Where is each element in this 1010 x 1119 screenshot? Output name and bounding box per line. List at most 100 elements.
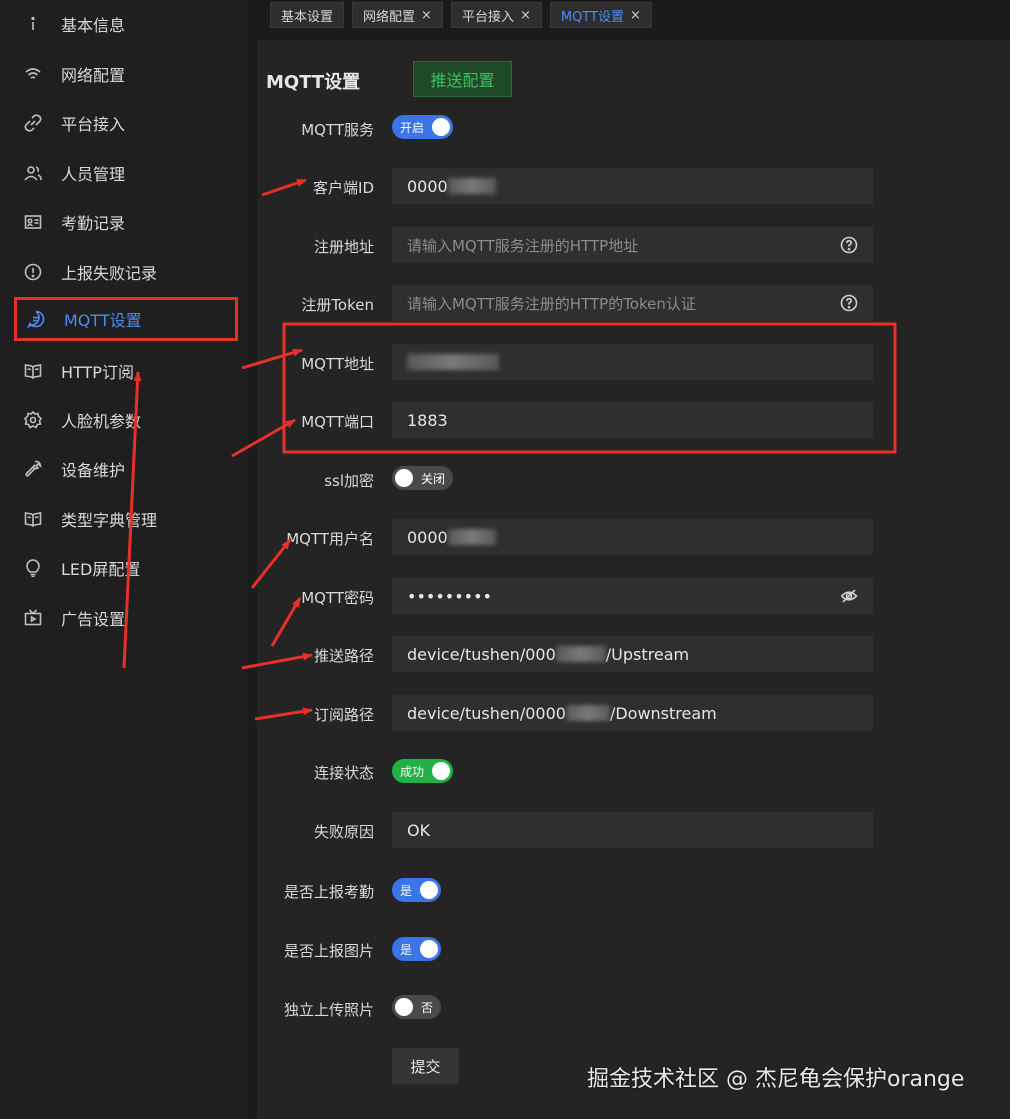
close-icon[interactable]: × (421, 8, 432, 23)
sidebar-item-label: MQTT设置 (64, 311, 142, 330)
sidebar-item-dictionary[interactable]: 类型字典管理 (14, 497, 238, 541)
sidebar-item-label: 平台接入 (61, 115, 126, 134)
ssl-switch[interactable]: 关闭 (392, 466, 454, 490)
push-config-button[interactable]: 推送配置 (413, 61, 512, 97)
bulb-icon (24, 559, 42, 577)
sidebar: 基本信息 网络配置 平台接入 人员管理 考勤记录 上报失败记录 MQTT设置 H… (0, 0, 248, 1119)
tab-label: 网络配置 (363, 9, 416, 25)
report-attendance-label: 是否上报考勤 (283, 883, 374, 901)
sub-path-field[interactable]: device/tushen/0000 /Downstream (392, 695, 873, 731)
id-card-icon (24, 213, 42, 231)
sidebar-item-label: 人脸机参数 (61, 412, 142, 431)
tab-label: 基本设置 (281, 9, 334, 25)
sidebar-item-mqtt[interactable]: MQTT设置 (14, 297, 238, 341)
sidebar-item-face-params[interactable]: 人脸机参数 (14, 398, 238, 442)
sidebar-item-label: 设备维护 (61, 461, 126, 480)
sidebar-item-maintenance[interactable]: 设备维护 (14, 447, 238, 491)
wrench-icon (24, 460, 42, 478)
tab-label: 平台接入 (461, 9, 514, 25)
switch-text: 成功 (400, 764, 425, 779)
book-icon (24, 510, 42, 528)
sidebar-item-label: 考勤记录 (61, 214, 126, 233)
close-icon[interactable]: × (630, 8, 641, 23)
tab-basic-settings[interactable]: 基本设置 (270, 2, 345, 28)
switch-knob (420, 940, 439, 958)
sub-path-suffix: /Downstream (609, 703, 717, 723)
password-value: ••••••••• (407, 586, 492, 606)
close-icon[interactable]: × (520, 8, 531, 23)
redacted-blur (447, 529, 496, 545)
password-label: MQTT密码 (301, 589, 374, 607)
push-path-label: 推送路径 (313, 647, 374, 665)
tab-platform-access[interactable]: 平台接入 × (450, 2, 542, 28)
switch-text: 是 (400, 883, 413, 898)
tab-bar: 基本设置 网络配置 × 平台接入 × MQTT设置 × (270, 2, 652, 28)
sidebar-item-led[interactable]: LED屏配置 (14, 546, 238, 590)
sidebar-item-label: 类型字典管理 (61, 511, 158, 530)
tab-mqtt-settings[interactable]: MQTT设置 × (549, 2, 652, 28)
register-token-field[interactable] (392, 285, 873, 321)
password-field[interactable]: ••••••••• (392, 578, 873, 614)
watermark: 掘金技术社区 @ 杰尼龟会保护orange (587, 1067, 965, 1092)
sidebar-item-label: 上报失败记录 (61, 264, 158, 283)
fail-reason-field[interactable]: OK (392, 812, 873, 848)
redacted-blur (407, 354, 499, 370)
book-icon (24, 362, 42, 380)
page-title: MQTT设置 (266, 72, 361, 93)
switch-text: 开启 (400, 120, 425, 135)
mqtt-service-switch[interactable]: 开启 (392, 115, 454, 139)
submit-button[interactable]: 提交 (392, 1048, 459, 1084)
tab-label: MQTT设置 (560, 9, 624, 25)
switch-knob (432, 762, 451, 780)
switch-knob (395, 469, 413, 487)
push-path-suffix: /Upstream (605, 644, 690, 664)
switch-knob (432, 118, 451, 136)
switch-knob (395, 998, 413, 1016)
switch-text: 关闭 (421, 471, 446, 486)
sidebar-item-ads[interactable]: 广告设置 (14, 596, 238, 640)
register-token-label: 注册Token (301, 296, 374, 314)
help-circle-icon[interactable] (840, 294, 858, 312)
info-icon (24, 15, 42, 33)
username-field[interactable]: 0000 (392, 519, 873, 555)
mqtt-address-field[interactable] (392, 344, 873, 380)
register-url-label: 注册地址 (313, 238, 374, 256)
report-attendance-switch[interactable]: 是 (392, 878, 442, 902)
mqtt-port-field[interactable]: 1883 (392, 402, 873, 438)
eye-off-icon[interactable] (840, 587, 858, 605)
register-token-input[interactable] (407, 293, 827, 313)
sidebar-item-http[interactable]: HTTP订阅 (14, 349, 238, 393)
username-label: MQTT用户名 (286, 530, 374, 548)
fail-reason-label: 失败原因 (313, 823, 374, 841)
register-url-input[interactable] (407, 235, 827, 255)
sub-path-label: 订阅路径 (313, 706, 374, 724)
upload-photo-label: 独立上传照片 (283, 1001, 374, 1019)
sidebar-item-report-failures[interactable]: 上报失败记录 (14, 250, 238, 294)
sidebar-item-label: LED屏配置 (61, 560, 141, 579)
fail-reason-value: OK (407, 820, 431, 840)
push-path-prefix: device/tushen/000 (407, 644, 556, 664)
client-id-value: 0000 (407, 176, 448, 196)
sidebar-item-network[interactable]: 网络配置 (14, 52, 238, 96)
mqtt-service-label: MQTT服务 (301, 121, 374, 139)
username-value: 0000 (407, 527, 448, 547)
conn-status-label: 连接状态 (313, 764, 374, 782)
sidebar-item-personnel[interactable]: 人员管理 (14, 151, 238, 195)
register-url-field[interactable] (392, 227, 873, 263)
sidebar-item-basic-info[interactable]: 基本信息 (14, 2, 238, 46)
sidebar-item-platform[interactable]: 平台接入 (14, 101, 238, 145)
push-path-field[interactable]: device/tushen/000 /Upstream (392, 636, 873, 672)
switch-knob (420, 881, 439, 899)
redacted-blur (555, 646, 606, 662)
wifi-icon (24, 65, 42, 83)
help-circle-icon[interactable] (840, 236, 858, 254)
sidebar-item-label: 网络配置 (61, 66, 126, 85)
sidebar-item-attendance[interactable]: 考勤记录 (14, 200, 238, 244)
switch-text: 否 (421, 1000, 434, 1015)
tab-network-config[interactable]: 网络配置 × (352, 2, 443, 28)
client-id-field[interactable]: 0000 (392, 168, 873, 204)
report-image-switch[interactable]: 是 (392, 937, 442, 961)
upload-photo-switch[interactable]: 否 (392, 995, 442, 1019)
conn-status-switch[interactable]: 成功 (392, 759, 454, 783)
mqtt-address-label: MQTT地址 (301, 355, 374, 373)
